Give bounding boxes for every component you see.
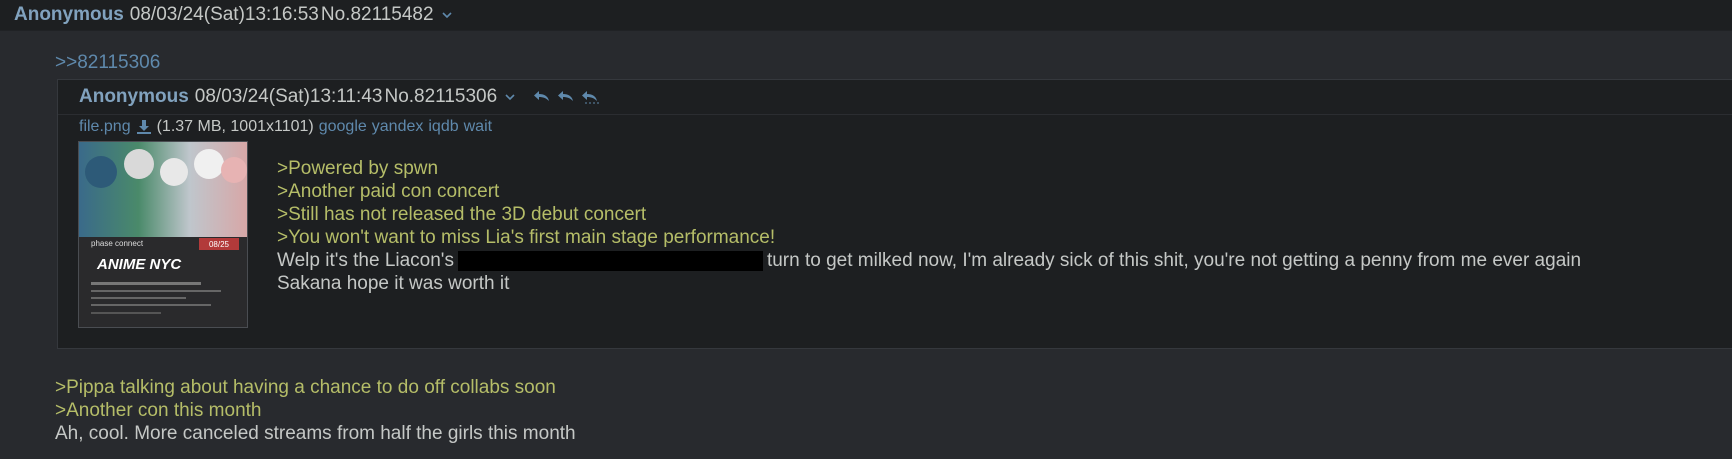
poster-name: Anonymous (14, 4, 124, 25)
greentext-line: >Pippa talking about having a chance to … (55, 377, 556, 398)
message-line: Sakana hope it was worth it (277, 273, 510, 294)
inline-post-datetime: 08/03/24(Sat)13:11:43 (194, 86, 383, 107)
thumbnail-image: 08/25 phase connect ANIME NYC (79, 142, 247, 327)
greentext-line: >You won't want to miss Lia's first main… (277, 227, 776, 248)
thumb-logo: ANIME NYC (96, 256, 182, 273)
thumb-date-badge: 08/25 (209, 240, 230, 249)
text-before-spoiler: Welp it's the Liacon's (277, 250, 454, 271)
greentext-line: >Still has not released the 3D debut con… (277, 204, 647, 225)
spoiler-block[interactable] (457, 250, 763, 271)
inline-post-message: >Powered by spwn >Another paid con conce… (277, 157, 1581, 295)
chevron-down-icon[interactable] (503, 90, 517, 104)
post-datetime: 08/03/24(Sat)13:16:53 (129, 4, 319, 25)
iqdb-link[interactable]: iqdb (428, 118, 458, 136)
message-line: Ah, cool. More canceled streams from hal… (55, 423, 576, 444)
reply-arrow-icon[interactable] (557, 90, 577, 104)
wait-link[interactable]: wait (464, 118, 492, 136)
file-name-link[interactable]: file.png (79, 118, 131, 136)
inline-post-header: Anonymous 08/03/24(Sat)13:11:43 No.82115… (58, 80, 1732, 115)
reply-arrow-icon[interactable] (581, 90, 601, 104)
thumb-brand: phase connect (91, 239, 144, 248)
google-link[interactable]: google (319, 118, 367, 136)
post-message: >Pippa talking about having a chance to … (55, 376, 576, 445)
greentext-line: >Another paid con concert (277, 181, 500, 202)
download-icon[interactable] (135, 118, 153, 136)
greentext-line: >Powered by spwn (277, 158, 439, 179)
file-thumbnail[interactable]: 08/25 phase connect ANIME NYC (78, 141, 248, 328)
post-header: Anonymous 08/03/24(Sat)13:16:53 No.82115… (0, 0, 1732, 31)
inline-post-number-link[interactable]: No.82115306 (384, 86, 497, 108)
file-info: file.png (1.37 MB, 1001x1101) google yan… (79, 118, 492, 136)
greentext-line: >Another con this month (55, 400, 262, 421)
file-meta: (1.37 MB, 1001x1101) (156, 118, 314, 135)
inline-poster-name: Anonymous (79, 86, 189, 107)
chevron-down-icon[interactable] (440, 8, 454, 22)
reply-post: Anonymous 08/03/24(Sat)13:16:53 No.82115… (0, 0, 1732, 459)
text-after-spoiler: turn to get milked now, I'm already sick… (766, 250, 1582, 271)
post-number-link[interactable]: No.82115482 (321, 4, 434, 26)
quote-link[interactable]: >>82115306 (55, 52, 160, 74)
inline-quoted-post: Anonymous 08/03/24(Sat)13:11:43 No.82115… (57, 79, 1732, 349)
message-line: Welp it's the Liacon's turn to get milked… (277, 249, 1581, 272)
backlink-icons (533, 90, 601, 104)
reply-arrow-icon[interactable] (533, 90, 553, 104)
yandex-link[interactable]: yandex (372, 118, 424, 136)
